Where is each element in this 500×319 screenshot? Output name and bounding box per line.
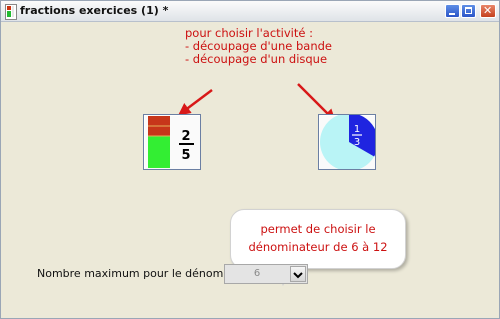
band-fraction-icon: 2 5 <box>148 116 194 168</box>
dropdown-button[interactable] <box>290 266 306 282</box>
maximize-button[interactable] <box>461 4 476 18</box>
disk-denominator: 3 <box>354 137 360 148</box>
disk-activity-button[interactable]: 1 3 <box>318 113 378 171</box>
band-denominator: 5 <box>181 148 190 163</box>
window-title: fractions exercices (1) * <box>20 4 169 17</box>
disk-numerator: 1 <box>354 124 360 135</box>
bubble-line: dénominateur de 6 à 12 <box>248 240 388 254</box>
disk-fraction-icon: 1 3 <box>320 113 378 171</box>
bubble-line: permet de choisir le <box>260 222 376 236</box>
band-numerator: 2 <box>181 129 190 144</box>
band-activity-button[interactable]: 2 5 <box>143 114 201 170</box>
chevron-down-icon <box>293 272 303 279</box>
close-button[interactable]: ✕ <box>480 4 496 18</box>
title-bar[interactable]: fractions exercices (1) * ✕ <box>1 1 499 22</box>
arrow-to-band <box>178 89 213 116</box>
main-panel: pour choisir l'activité : - découpage d'… <box>1 22 499 318</box>
minimize-icon <box>449 13 455 15</box>
minimize-button[interactable] <box>445 4 460 18</box>
callout-arrows <box>178 83 336 122</box>
app-window: fractions exercices (1) * ✕ pour choisir… <box>0 0 500 319</box>
close-icon: ✕ <box>483 4 493 17</box>
denominator-callout: permet de choisir le dénominateur de 6 à… <box>230 209 406 269</box>
denominator-value: 6 <box>253 268 261 279</box>
maximize-icon <box>465 7 472 14</box>
app-fraction-icon <box>5 4 17 20</box>
denominator-select[interactable]: 6 <box>224 264 308 284</box>
